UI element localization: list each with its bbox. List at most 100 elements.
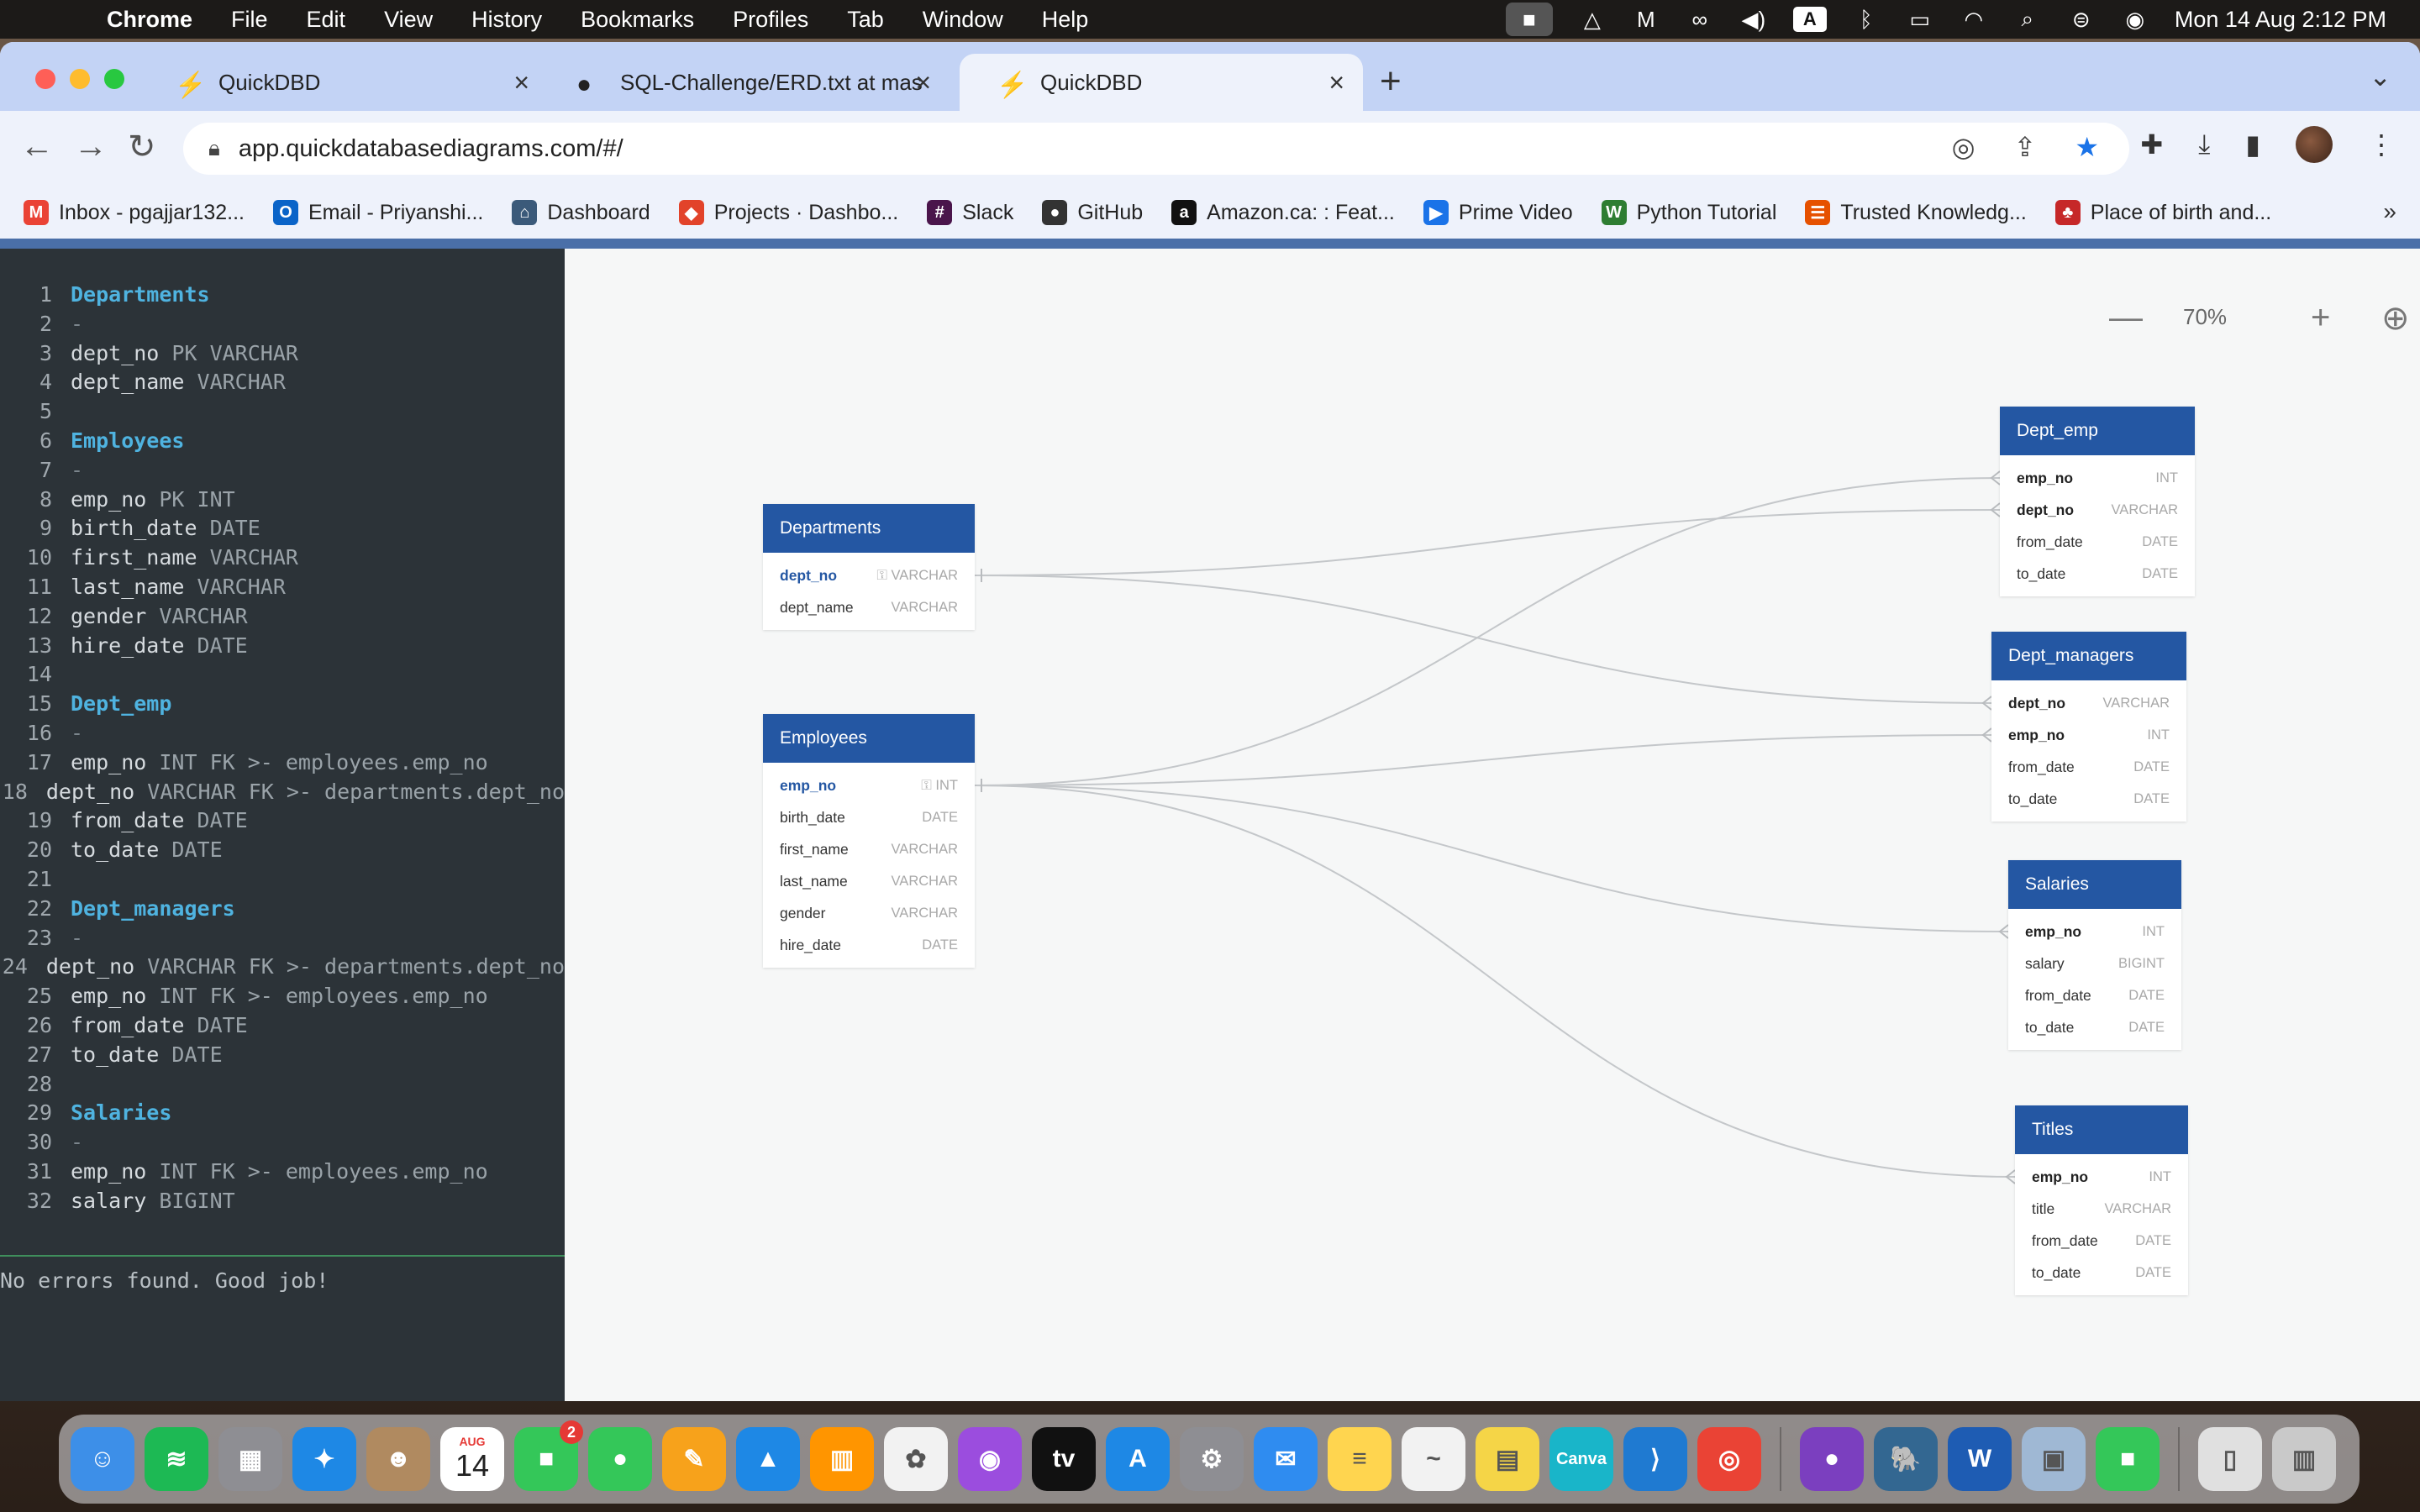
table-header[interactable]: Titles bbox=[2015, 1105, 2188, 1154]
relationship-line[interactable] bbox=[974, 509, 2001, 576]
code-line[interactable]: 8 emp_no PK INT bbox=[0, 486, 565, 515]
table-header[interactable]: Employees bbox=[763, 714, 975, 763]
table-salaries[interactable]: Salaries emp_no INT salary BIGINT from_date DA… bbox=[2008, 860, 2181, 1050]
bluetooth-icon[interactable]: ᛒ bbox=[1852, 7, 1881, 32]
menu-bookmarks[interactable]: Bookmarks bbox=[561, 7, 713, 33]
bookmark-item[interactable]: # Slack bbox=[927, 200, 1013, 225]
table-field-row[interactable]: birth_date DATE bbox=[763, 801, 975, 833]
table-header[interactable]: Departments bbox=[763, 504, 975, 553]
code-line[interactable]: 6 Employees bbox=[0, 427, 565, 456]
dock-preview-icon[interactable]: ▣ bbox=[2022, 1427, 2086, 1491]
code-line[interactable]: 15 Dept_emp bbox=[0, 690, 565, 719]
code-line[interactable]: 14 bbox=[0, 660, 565, 690]
table-field-row[interactable]: to_date DATE bbox=[2000, 558, 2195, 590]
table-field-row[interactable]: dept_name VARCHAR bbox=[763, 591, 975, 623]
table-field-row[interactable]: from_date DATE bbox=[2015, 1225, 2188, 1257]
relationship-line[interactable] bbox=[974, 785, 2016, 1178]
code-line[interactable]: 9 birth_date DATE bbox=[0, 514, 565, 543]
bookmark-item[interactable]: ▶ Prime Video bbox=[1423, 200, 1573, 225]
tab-quickdbd-active[interactable]: ⚡ QuickDBD × bbox=[960, 54, 1363, 111]
dock-stickies-icon[interactable]: ▤ bbox=[1476, 1427, 1539, 1491]
relationship-line[interactable] bbox=[974, 477, 2001, 786]
camera-icon[interactable]: ■ bbox=[1505, 3, 1553, 36]
close-window-button[interactable] bbox=[35, 69, 55, 89]
lock-icon[interactable]: 🔒︎ bbox=[208, 135, 220, 162]
tab-quickdbd-1[interactable]: ⚡ QuickDBD × bbox=[138, 54, 548, 111]
code-line[interactable]: 16- bbox=[0, 719, 565, 748]
code-line[interactable]: 28 bbox=[0, 1070, 565, 1100]
dock-launchpad-icon[interactable]: ▦ bbox=[218, 1427, 282, 1491]
malwarebytes-icon[interactable]: M bbox=[1632, 7, 1660, 32]
table-field-row[interactable]: to_date DATE bbox=[2015, 1257, 2188, 1289]
forward-icon[interactable]: → bbox=[74, 128, 108, 165]
dock-apple-tv-icon[interactable]: tv bbox=[1032, 1427, 1096, 1491]
wifi-icon[interactable]: ◠ bbox=[1960, 7, 1988, 32]
table-field-row[interactable]: dept_no ⚿ VARCHAR bbox=[763, 559, 975, 591]
dock-documents-icon[interactable]: ▯ bbox=[2198, 1427, 2262, 1491]
table-header[interactable]: Dept_managers bbox=[1991, 632, 2186, 680]
table-field-row[interactable]: hire_date DATE bbox=[763, 929, 975, 961]
table-field-row[interactable]: dept_no VARCHAR bbox=[1991, 687, 2186, 719]
dock-books-icon[interactable]: ▥ bbox=[810, 1427, 874, 1491]
volume-icon[interactable]: ◀) bbox=[1739, 7, 1768, 32]
control-center-icon[interactable]: ⊜ bbox=[2067, 7, 2096, 32]
battery-icon[interactable]: ▭ bbox=[1906, 7, 1934, 32]
bookmark-item[interactable]: ☰ Trusted Knowledg... bbox=[1805, 200, 2027, 225]
table-field-row[interactable]: title VARCHAR bbox=[2015, 1193, 2188, 1225]
table-field-row[interactable]: to_date DATE bbox=[2008, 1011, 2181, 1043]
more-menu-icon[interactable]: ⋮ bbox=[2368, 129, 2395, 160]
menu-history[interactable]: History bbox=[452, 7, 561, 33]
bookmark-item[interactable]: a Amazon.ca: : Feat... bbox=[1171, 200, 1395, 225]
bookmark-item[interactable]: O Email - Priyanshi... bbox=[272, 200, 483, 225]
bookmark-item[interactable]: M Inbox - pgajjar132... bbox=[24, 200, 245, 225]
dock-spotify-icon[interactable]: ≋ bbox=[145, 1427, 208, 1491]
zoom-window-button[interactable] bbox=[104, 69, 124, 89]
bookmarks-overflow-icon[interactable]: » bbox=[2383, 198, 2396, 225]
tracking-eye-off-icon[interactable]: ◎ bbox=[1952, 131, 1975, 163]
dock-messages-icon[interactable]: ● bbox=[588, 1427, 652, 1491]
bookmark-item[interactable]: ● GitHub bbox=[1042, 200, 1143, 225]
dock-notes-icon[interactable]: ≡ bbox=[1328, 1427, 1392, 1491]
tab-github-erd[interactable]: ● SQL-Challenge/ERD.txt at mas × bbox=[539, 54, 950, 111]
profile-avatar[interactable] bbox=[2296, 126, 2333, 163]
bookmark-item[interactable]: W Python Tutorial bbox=[1601, 200, 1776, 225]
dock-keynote-icon[interactable]: ▲ bbox=[736, 1427, 800, 1491]
code-line[interactable]: 31 emp_no INT FK >- employees.emp_no bbox=[0, 1158, 565, 1187]
extensions-icon[interactable]: ✚ bbox=[2140, 129, 2163, 160]
menu-profiles[interactable]: Profiles bbox=[713, 7, 828, 33]
table-field-row[interactable]: emp_no INT bbox=[2000, 462, 2195, 494]
back-icon[interactable]: ← bbox=[20, 128, 54, 165]
dock-calendar-icon[interactable]: AUG 14 bbox=[440, 1427, 504, 1491]
code-line[interactable]: 7- bbox=[0, 456, 565, 486]
table-field-row[interactable]: emp_no INT bbox=[1991, 719, 2186, 751]
relationship-line[interactable] bbox=[974, 734, 1992, 786]
bookmark-item[interactable]: ♣ Place of birth and... bbox=[2054, 200, 2271, 225]
dock-finder-icon[interactable]: ☺ bbox=[71, 1427, 134, 1491]
dock-canva-icon[interactable]: Canva bbox=[1549, 1427, 1613, 1491]
table-field-row[interactable]: from_date DATE bbox=[2008, 979, 2181, 1011]
dock-trash-icon[interactable]: ▥ bbox=[2272, 1427, 2336, 1491]
table-field-row[interactable]: dept_no VARCHAR bbox=[2000, 494, 2195, 526]
code-line[interactable]: 10 first_name VARCHAR bbox=[0, 543, 565, 573]
menu-tab[interactable]: Tab bbox=[828, 7, 903, 33]
table-employees[interactable]: Employees emp_no ⚿ INT birth_date DATE first_… bbox=[763, 714, 975, 968]
dock-facetime-2-icon[interactable]: ■ bbox=[2096, 1427, 2160, 1491]
code-line[interactable]: 3 dept_no PK VARCHAR bbox=[0, 339, 565, 369]
url-text[interactable]: app.quickdatabasediagrams.com/#/ bbox=[239, 135, 623, 163]
dock-freeform-icon[interactable]: ~ bbox=[1402, 1427, 1465, 1491]
code-line[interactable]: 11 last_name VARCHAR bbox=[0, 573, 565, 602]
siri-icon[interactable]: ◉ bbox=[2121, 7, 2149, 32]
dock-chrome-icon[interactable]: ◎ bbox=[1697, 1427, 1761, 1491]
dock-photos-icon[interactable]: ✿ bbox=[884, 1427, 948, 1491]
table-field-row[interactable]: emp_no INT bbox=[2008, 916, 2181, 948]
code-line[interactable]: 21 bbox=[0, 865, 565, 895]
table-departments[interactable]: Departments dept_no ⚿ VARCHAR dept_name VARC… bbox=[763, 504, 975, 630]
code-line[interactable]: 4 dept_name VARCHAR bbox=[0, 368, 565, 397]
minimize-window-button[interactable] bbox=[70, 69, 90, 89]
input-source-icon[interactable]: A bbox=[1792, 7, 1827, 32]
new-tab-icon[interactable]: + bbox=[1380, 60, 1402, 102]
table-field-row[interactable]: emp_no ⚿ INT bbox=[763, 769, 975, 801]
search-icon[interactable]: ⌕ bbox=[2013, 6, 2042, 32]
dock-word-icon[interactable]: W bbox=[1948, 1427, 2012, 1491]
table-header[interactable]: Dept_emp bbox=[2000, 407, 2195, 455]
